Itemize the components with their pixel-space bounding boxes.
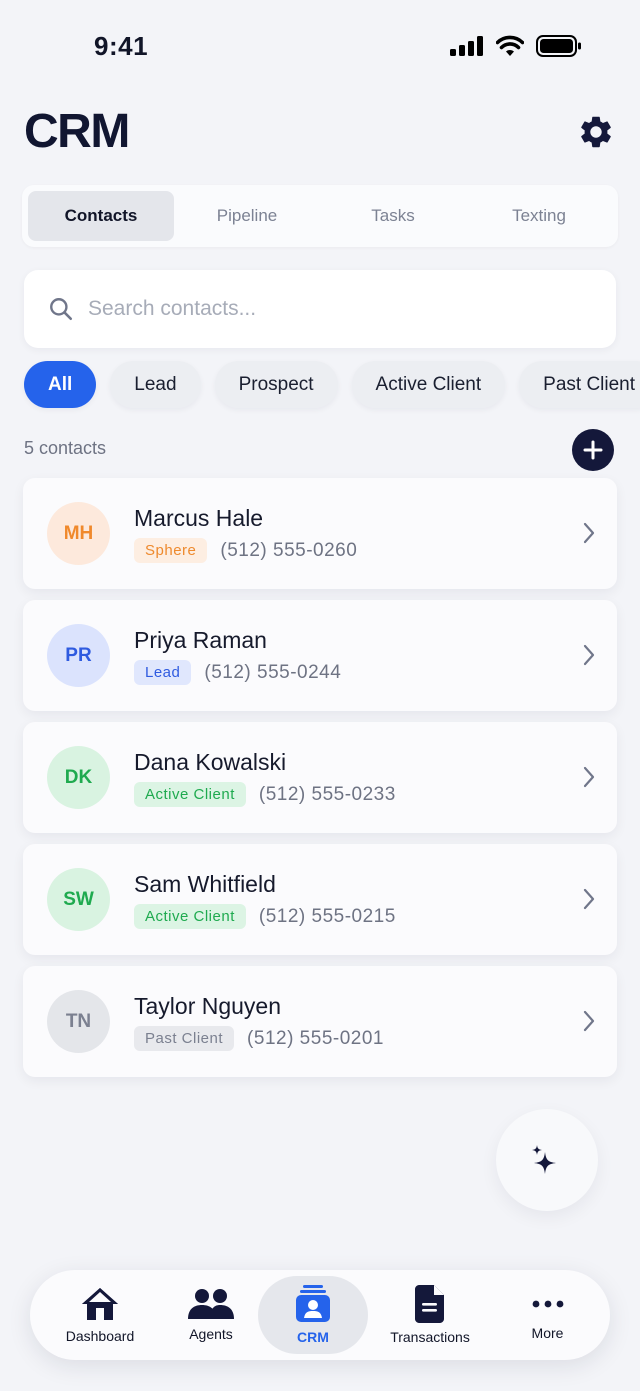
home-icon	[82, 1288, 118, 1320]
contact-phone: (512) 555-0215	[258, 905, 396, 927]
avatar: DK	[47, 746, 110, 809]
settings-button[interactable]	[576, 112, 616, 152]
avatar: TN	[47, 990, 110, 1053]
search-bar	[24, 270, 616, 348]
nav-label: CRM	[297, 1329, 329, 1345]
tab-contacts[interactable]: Contacts	[28, 191, 174, 241]
contact-card[interactable]: TN Taylor Nguyen Past Client (512) 555-0…	[23, 966, 617, 1077]
tab-pipeline[interactable]: Pipeline	[174, 191, 320, 241]
contact-card[interactable]: MH Marcus Hale Sphere (512) 555-0260	[23, 478, 617, 589]
contact-card[interactable]: SW Sam Whitfield Active Client (512) 555…	[23, 844, 617, 955]
chevron-right-icon	[583, 766, 595, 788]
contact-phone: (512) 555-0233	[258, 783, 396, 805]
status-time: 9:41	[94, 31, 149, 61]
filter-chips: All Lead Prospect Active Client Past Cli…	[24, 361, 640, 408]
contact-card[interactable]: DK Dana Kowalski Active Client (512) 555…	[23, 722, 617, 833]
contact-name: Dana Kowalski	[134, 749, 287, 775]
contact-card-icon	[296, 1285, 330, 1322]
contact-name: Sam Whitfield	[134, 871, 276, 897]
contact-phone: (512) 555-0260	[220, 539, 358, 561]
status-badge: Active Client	[134, 782, 246, 807]
nav-label: Transactions	[390, 1329, 470, 1345]
contact-name: Marcus Hale	[134, 505, 264, 531]
contact-name: Taylor Nguyen	[134, 993, 282, 1019]
filter-chip-past-client[interactable]: Past Client	[519, 361, 640, 408]
people-icon	[188, 1289, 234, 1319]
contact-name: Priya Raman	[134, 627, 267, 653]
chevron-right-icon	[583, 888, 595, 910]
page-title: CRM	[24, 105, 130, 158]
avatar: SW	[47, 868, 110, 931]
nav-label: More	[531, 1325, 564, 1341]
contact-list: MH Marcus Hale Sphere (512) 555-0260 PR …	[23, 478, 617, 1088]
status-badge: Sphere	[134, 538, 208, 563]
more-dots-icon	[532, 1300, 563, 1308]
battery-icon	[536, 35, 581, 57]
avatar: MH	[47, 502, 110, 565]
tab-tasks[interactable]: Tasks	[320, 191, 466, 241]
document-icon	[415, 1285, 444, 1323]
plus-icon	[583, 440, 603, 460]
section-tabs: Contacts Pipeline Tasks Texting	[22, 185, 618, 247]
crm-screen: 9:41 CRM Contacts Pipeline Tasks Texting	[0, 0, 640, 1391]
nav-label: Agents	[189, 1326, 233, 1342]
nav-crm[interactable]: CRM	[258, 1276, 368, 1354]
filter-chip-all[interactable]: All	[24, 361, 97, 408]
nav-dashboard[interactable]: Dashboard	[44, 1270, 156, 1360]
status-badge: Lead	[134, 660, 192, 685]
search-input[interactable]	[88, 297, 568, 321]
contact-card[interactable]: PR Priya Raman Lead (512) 555-0244	[23, 600, 617, 711]
nav-more[interactable]: More	[495, 1270, 600, 1360]
contact-phone: (512) 555-0244	[204, 661, 342, 683]
filter-chip-active-client[interactable]: Active Client	[351, 361, 506, 408]
add-contact-button[interactable]	[572, 429, 614, 471]
cellular-signal-icon	[450, 36, 483, 56]
contact-phone: (512) 555-0201	[247, 1027, 384, 1049]
filter-chip-prospect[interactable]: Prospect	[214, 361, 338, 408]
nav-transactions[interactable]: Transactions	[375, 1270, 485, 1360]
sparkle-icon	[532, 1145, 556, 1174]
bottom-nav: Dashboard Agents CRM Transactions More	[30, 1270, 610, 1360]
status-badge: Past Client	[134, 1026, 235, 1051]
tab-texting[interactable]: Texting	[466, 191, 612, 241]
avatar: PR	[47, 624, 110, 687]
wifi-icon	[496, 35, 524, 56]
status-badge: Active Client	[134, 904, 246, 929]
chevron-right-icon	[583, 522, 595, 544]
gear-icon	[581, 116, 611, 148]
nav-label: Dashboard	[65, 1328, 135, 1344]
chevron-right-icon	[583, 644, 595, 666]
filter-chip-lead[interactable]: Lead	[110, 361, 201, 408]
chevron-right-icon	[583, 1010, 595, 1032]
search-icon	[50, 298, 73, 321]
status-icons	[450, 35, 582, 57]
ai-assistant-button[interactable]	[496, 1109, 598, 1211]
nav-agents[interactable]: Agents	[156, 1270, 266, 1360]
contact-count: 5 contacts	[24, 438, 107, 458]
